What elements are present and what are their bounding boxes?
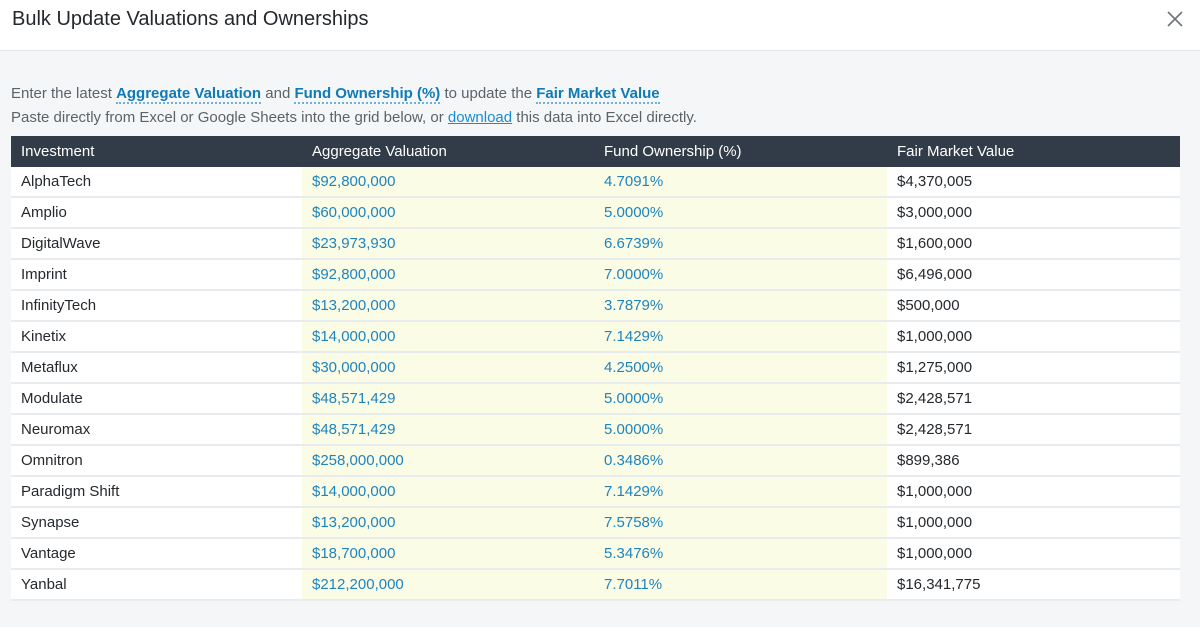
table-row: Synapse $13,200,000 7.5758% $1,000,000 (11, 507, 1180, 539)
table-row: Neuromax $48,571,429 5.0000% $2,428,571 (11, 414, 1180, 446)
fund-ownership-cell[interactable]: 6.6739% (594, 228, 887, 260)
fund-ownership-cell[interactable]: 5.3476% (594, 538, 887, 570)
instructions-text: and (261, 85, 295, 102)
fund-ownership-cell[interactable]: 7.0000% (594, 259, 887, 291)
fair-market-value-cell: $899,386 (887, 445, 1180, 477)
dialog-title: Bulk Update Valuations and Ownerships (12, 8, 369, 30)
grid-body: AlphaTech $92,800,000 4.7091% $4,370,005 Amp… (11, 167, 1180, 601)
table-row: Kinetix $14,000,000 7.1429% $1,000,000 (11, 321, 1180, 353)
fund-ownership-cell[interactable]: 3.7879% (594, 290, 887, 322)
aggregate-valuation-cell[interactable]: $212,200,000 (302, 569, 594, 601)
valuations-grid: Investment Aggregate Valuation Fund Owne… (11, 136, 1180, 601)
aggregate-valuation-cell[interactable]: $92,800,000 (302, 259, 594, 291)
aggregate-valuation-cell[interactable]: $13,200,000 (302, 290, 594, 322)
investment-cell: Omnitron (11, 445, 302, 477)
fair-market-value-cell: $3,000,000 (887, 197, 1180, 229)
aggregate-valuation-term[interactable]: Aggregate Valuation (116, 85, 262, 104)
download-link[interactable]: download (448, 109, 512, 126)
aggregate-valuation-cell[interactable]: $258,000,000 (302, 445, 594, 477)
aggregate-valuation-cell[interactable]: $60,000,000 (302, 197, 594, 229)
investment-cell: Metaflux (11, 352, 302, 384)
table-row: DigitalWave $23,973,930 6.6739% $1,600,000 (11, 228, 1180, 260)
investment-cell: Imprint (11, 259, 302, 291)
column-header-fair-market-value: Fair Market Value (887, 136, 1180, 167)
fair-market-value-cell: $500,000 (887, 290, 1180, 322)
fund-ownership-cell[interactable]: 7.1429% (594, 476, 887, 508)
fund-ownership-cell[interactable]: 7.1429% (594, 321, 887, 353)
table-row: Omnitron $258,000,000 0.3486% $899,386 (11, 445, 1180, 477)
instructions-text: to update the (440, 85, 537, 102)
fair-market-value-cell: $2,428,571 (887, 383, 1180, 415)
investment-cell: AlphaTech (11, 167, 302, 198)
fund-ownership-cell[interactable]: 5.0000% (594, 197, 887, 229)
investment-cell: Kinetix (11, 321, 302, 353)
instructions: Enter the latest Aggregate Valuation and… (11, 82, 1181, 130)
fund-ownership-cell[interactable]: 0.3486% (594, 445, 887, 477)
table-row: Vantage $18,700,000 5.3476% $1,000,000 (11, 538, 1180, 570)
fair-market-value-cell: $1,275,000 (887, 352, 1180, 384)
fair-market-value-cell: $1,600,000 (887, 228, 1180, 260)
header-row: Investment Aggregate Valuation Fund Owne… (11, 136, 1180, 167)
fair-market-value-cell: $2,428,571 (887, 414, 1180, 446)
dialog-header: Bulk Update Valuations and Ownerships (0, 0, 1200, 51)
fair-market-value-cell: $1,000,000 (887, 321, 1180, 353)
table-row: Amplio $60,000,000 5.0000% $3,000,000 (11, 197, 1180, 229)
fair-market-value-cell: $1,000,000 (887, 507, 1180, 539)
aggregate-valuation-cell[interactable]: $14,000,000 (302, 476, 594, 508)
aggregate-valuation-cell[interactable]: $23,973,930 (302, 228, 594, 260)
fair-market-value-cell: $1,000,000 (887, 476, 1180, 508)
fair-market-value-term[interactable]: Fair Market Value (536, 85, 660, 104)
investment-cell: Modulate (11, 383, 302, 415)
table-row: AlphaTech $92,800,000 4.7091% $4,370,005 (11, 167, 1180, 198)
fund-ownership-cell[interactable]: 5.0000% (594, 414, 887, 446)
table-row: Imprint $92,800,000 7.0000% $6,496,000 (11, 259, 1180, 291)
aggregate-valuation-cell[interactable]: $14,000,000 (302, 321, 594, 353)
fund-ownership-cell[interactable]: 7.5758% (594, 507, 887, 539)
column-header-investment: Investment (11, 136, 302, 167)
aggregate-valuation-cell[interactable]: $92,800,000 (302, 167, 594, 198)
investment-cell: InfinityTech (11, 290, 302, 322)
aggregate-valuation-cell[interactable]: $48,571,429 (302, 414, 594, 446)
table-row: Metaflux $30,000,000 4.2500% $1,275,000 (11, 352, 1180, 384)
instructions-text: this data into Excel directly. (512, 109, 697, 126)
instructions-line-2: Paste directly from Excel or Google Shee… (11, 106, 1181, 130)
fair-market-value-cell: $16,341,775 (887, 569, 1180, 601)
investment-cell: Yanbal (11, 569, 302, 601)
aggregate-valuation-cell[interactable]: $18,700,000 (302, 538, 594, 570)
column-header-fund-ownership: Fund Ownership (%) (594, 136, 887, 167)
fund-ownership-cell[interactable]: 7.7011% (594, 569, 887, 601)
close-icon[interactable] (1164, 8, 1186, 30)
fair-market-value-cell: $1,000,000 (887, 538, 1180, 570)
investment-cell: Amplio (11, 197, 302, 229)
column-header-aggregate-valuation: Aggregate Valuation (302, 136, 594, 167)
fair-market-value-cell: $6,496,000 (887, 259, 1180, 291)
instructions-text: Enter the latest (11, 85, 117, 102)
aggregate-valuation-cell[interactable]: $30,000,000 (302, 352, 594, 384)
table-row: Modulate $48,571,429 5.0000% $2,428,571 (11, 383, 1180, 415)
investment-cell: DigitalWave (11, 228, 302, 260)
table-row: Yanbal $212,200,000 7.7011% $16,341,775 (11, 569, 1180, 601)
instructions-text: Paste directly from Excel or Google Shee… (11, 109, 448, 126)
table-row: InfinityTech $13,200,000 3.7879% $500,000 (11, 290, 1180, 322)
investment-cell: Vantage (11, 538, 302, 570)
table-row: Paradigm Shift $14,000,000 7.1429% $1,000,0… (11, 476, 1180, 508)
aggregate-valuation-cell[interactable]: $13,200,000 (302, 507, 594, 539)
instructions-line-1: Enter the latest Aggregate Valuation and… (11, 82, 1181, 106)
fund-ownership-cell[interactable]: 5.0000% (594, 383, 887, 415)
investment-cell: Neuromax (11, 414, 302, 446)
aggregate-valuation-cell[interactable]: $48,571,429 (302, 383, 594, 415)
fund-ownership-term[interactable]: Fund Ownership (%) (294, 85, 441, 104)
investment-cell: Synapse (11, 507, 302, 539)
fund-ownership-cell[interactable]: 4.7091% (594, 167, 887, 198)
fund-ownership-cell[interactable]: 4.2500% (594, 352, 887, 384)
fair-market-value-cell: $4,370,005 (887, 167, 1180, 198)
investment-cell: Paradigm Shift (11, 476, 302, 508)
